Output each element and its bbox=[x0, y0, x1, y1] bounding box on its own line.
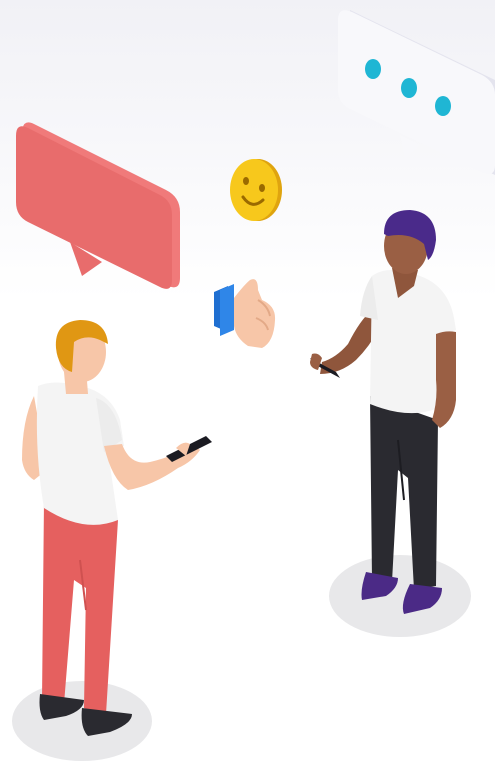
typing-bubble-icon bbox=[338, 10, 495, 175]
thumbs-up-icon bbox=[214, 279, 276, 348]
right-person-shadow bbox=[329, 555, 471, 637]
speech-bubble-icon bbox=[16, 122, 180, 289]
left-person bbox=[22, 320, 212, 736]
illustration-canvas bbox=[12, 10, 495, 761]
smiley-emoji-icon bbox=[230, 159, 282, 221]
typing-dot bbox=[365, 59, 381, 79]
typing-dot bbox=[401, 78, 417, 98]
typing-dot bbox=[435, 96, 451, 116]
right-person bbox=[310, 210, 456, 614]
illustration-scene bbox=[0, 0, 495, 763]
